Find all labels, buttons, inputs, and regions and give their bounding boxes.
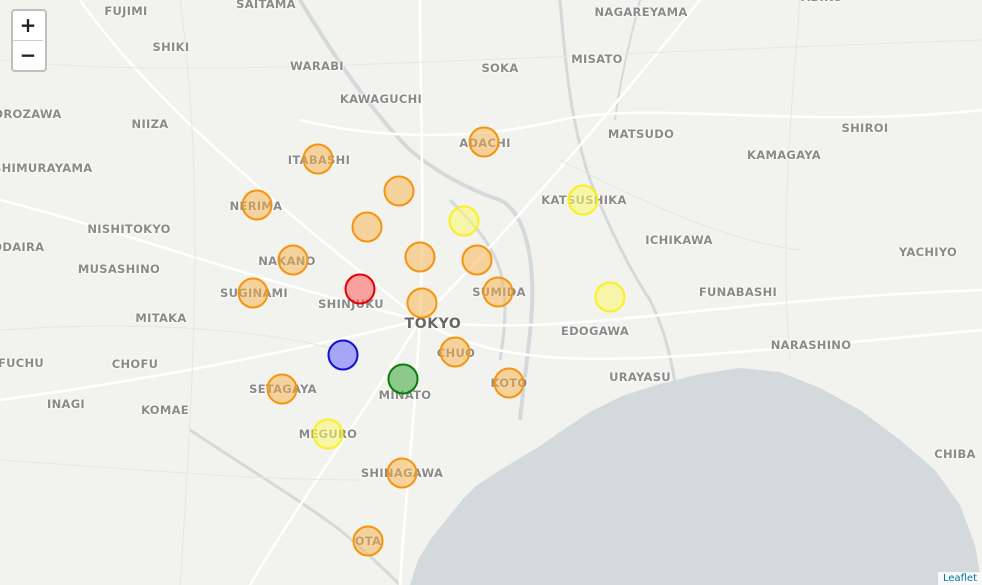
circle-marker-shinagawa[interactable] bbox=[386, 457, 418, 489]
circle-marker-meguro[interactable] bbox=[312, 418, 344, 450]
map-canvas[interactable]: FUJIMISAITAMANAGAREYAMAABIKOSHIKIWARABIS… bbox=[0, 0, 982, 585]
circle-marker-bunkyo[interactable] bbox=[404, 241, 436, 273]
circle-marker-nerima[interactable] bbox=[241, 189, 273, 221]
circle-marker-koto[interactable] bbox=[493, 367, 525, 399]
circle-marker-ota[interactable] bbox=[352, 525, 384, 557]
circle-marker-taito[interactable] bbox=[461, 244, 493, 276]
leaflet-link[interactable]: Leaflet bbox=[943, 573, 977, 584]
circle-marker-suginami[interactable] bbox=[237, 277, 269, 309]
circle-marker-adachi[interactable] bbox=[468, 126, 500, 158]
circle-marker-itabashi[interactable] bbox=[302, 143, 334, 175]
circle-marker-chuo[interactable] bbox=[439, 336, 471, 368]
circle-marker-minato[interactable] bbox=[387, 363, 419, 395]
circle-marker-katsushika[interactable] bbox=[567, 184, 599, 216]
circle-marker-shibuya[interactable] bbox=[327, 339, 359, 371]
circle-marker-sumida[interactable] bbox=[482, 276, 514, 308]
circle-marker-arakawa[interactable] bbox=[448, 205, 480, 237]
circle-marker-toshima[interactable] bbox=[351, 211, 383, 243]
attribution: Leaflet bbox=[937, 572, 982, 585]
circle-marker-edogawa[interactable] bbox=[594, 281, 626, 313]
circle-marker-nakano[interactable] bbox=[277, 244, 309, 276]
zoom-in-button[interactable]: + bbox=[13, 11, 43, 40]
circle-marker-shinjuku[interactable] bbox=[344, 273, 376, 305]
zoom-out-button[interactable]: − bbox=[13, 40, 43, 70]
zoom-control: + − bbox=[11, 9, 47, 72]
circle-marker-setagaya[interactable] bbox=[266, 373, 298, 405]
circle-marker-kita[interactable] bbox=[383, 175, 415, 207]
circle-marker-chiyoda[interactable] bbox=[406, 287, 438, 319]
